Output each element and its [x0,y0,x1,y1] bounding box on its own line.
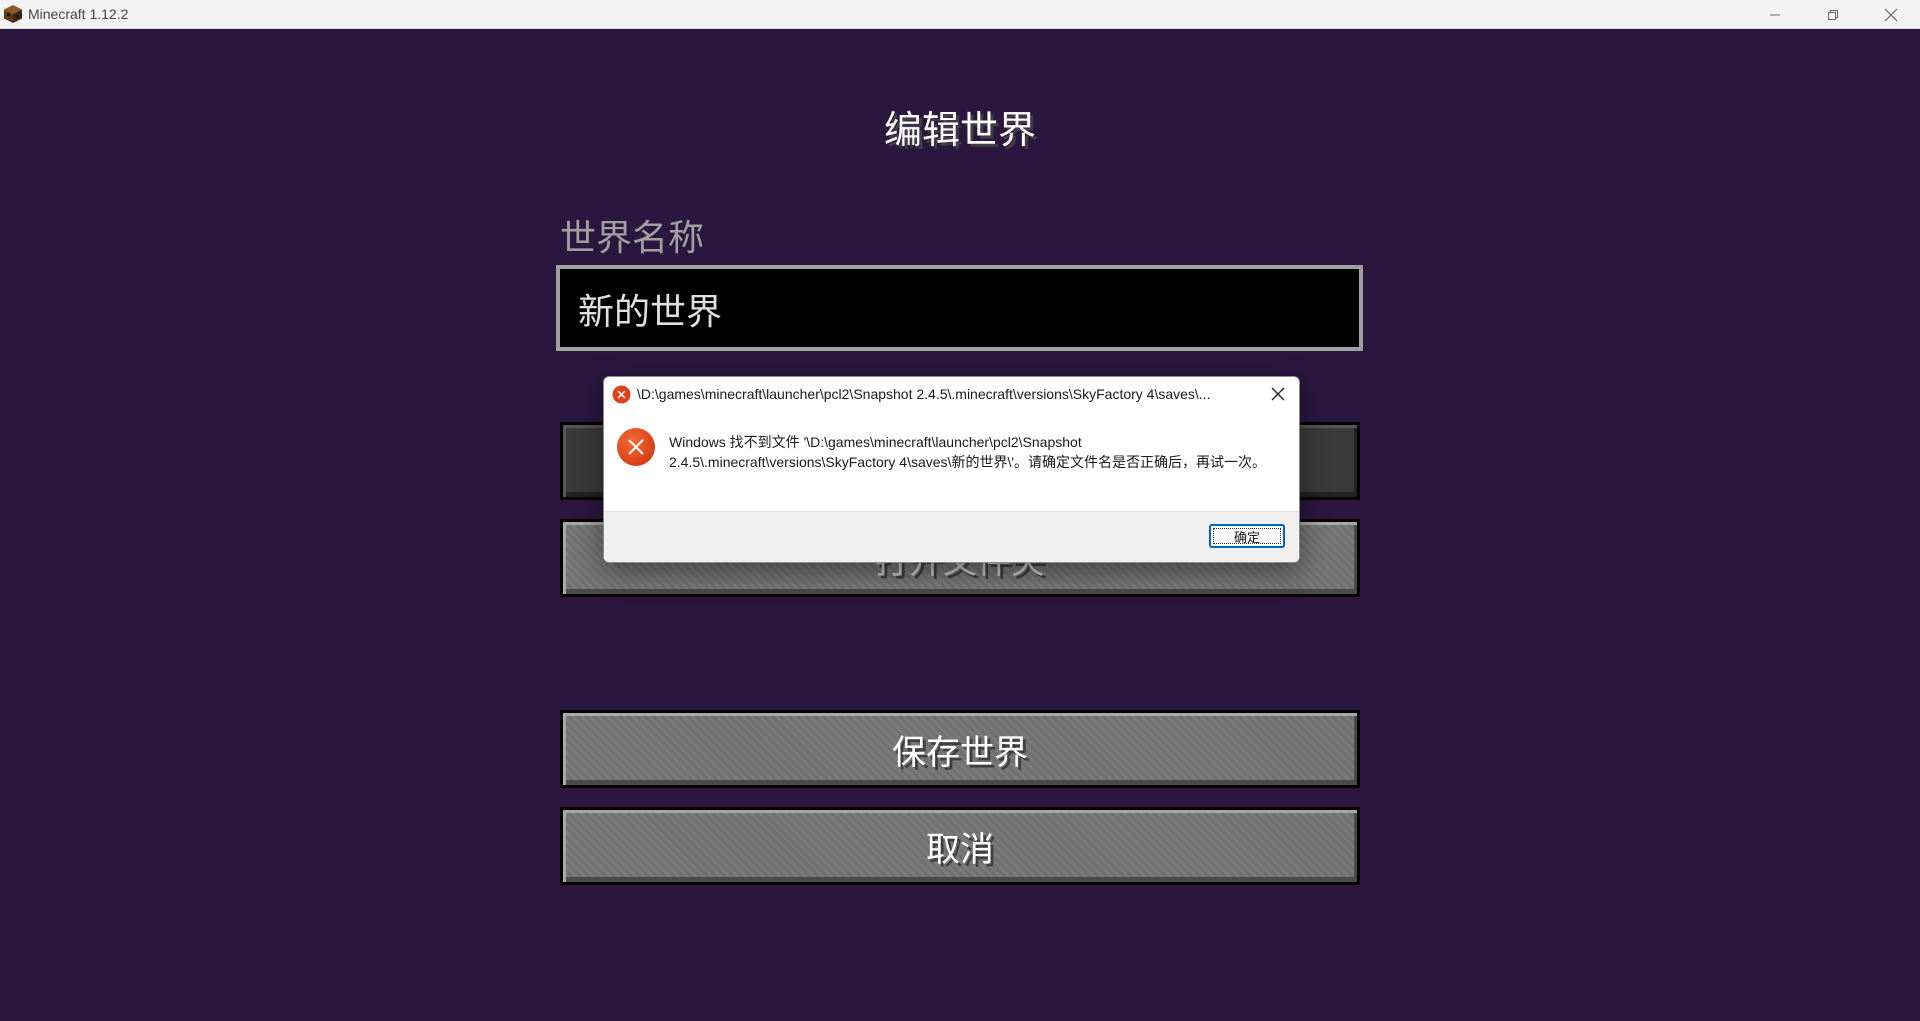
save-world-button[interactable]: 保存世界 [560,710,1360,788]
dialog-footer: 确定 [604,511,1299,562]
restore-button[interactable] [1804,0,1862,29]
cancel-button[interactable]: 取消 [560,807,1360,885]
dialog-titlebar: \D:\games\minecraft\launcher\pcl2\Snapsh… [604,377,1299,411]
dialog-title: \D:\games\minecraft\launcher\pcl2\Snapsh… [637,386,1211,402]
error-icon [616,427,656,467]
page-title: 编辑世界 [883,108,1036,152]
dialog-message: Windows 找不到文件 '\D:\games\minecraft\launc… [669,434,1267,470]
close-window-button[interactable] [1862,0,1920,29]
world-name-label: 世界名称 [560,218,705,259]
minimize-button[interactable] [1746,0,1804,29]
close-icon [1884,8,1898,21]
window-controls [1746,0,1920,29]
ok-button[interactable]: 确定 [1209,524,1285,548]
window-titlebar: Minecraft 1.12.2 [0,0,1920,29]
restore-icon [1828,9,1838,20]
error-dialog: \D:\games\minecraft\launcher\pcl2\Snapsh… [603,376,1300,563]
window-title: Minecraft 1.12.2 [28,6,129,22]
minimize-icon [1770,14,1780,15]
error-icon [612,385,631,404]
world-name-input[interactable]: 新的世界 [556,265,1363,351]
dialog-close-button[interactable] [1267,383,1289,405]
minecraft-block-icon [3,4,23,24]
close-icon [1271,387,1285,401]
